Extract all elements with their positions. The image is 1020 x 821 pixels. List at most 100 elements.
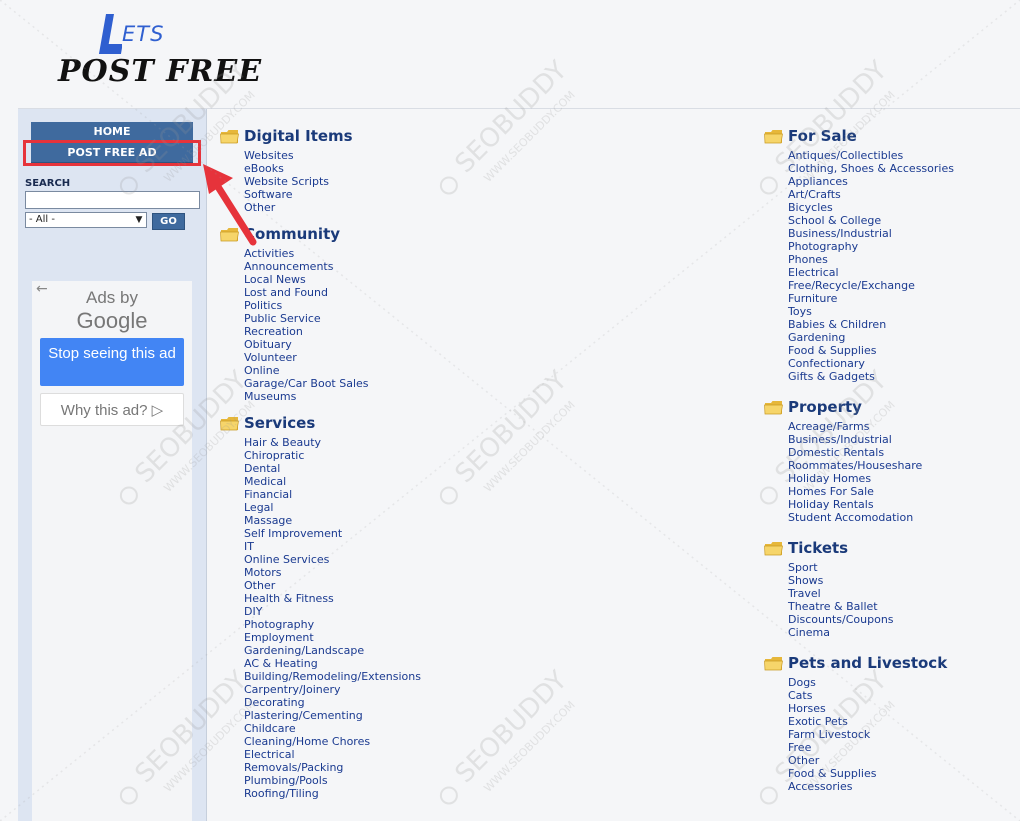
subcategory-link[interactable]: Holiday Homes xyxy=(788,472,954,485)
subcategory-link[interactable]: Homes For Sale xyxy=(788,485,954,498)
subcategory-link[interactable]: Business/Industrial xyxy=(788,433,954,446)
category-heading[interactable]: Digital Items xyxy=(220,126,421,146)
subcategory-link[interactable]: Accessories xyxy=(788,780,954,793)
why-this-ad-button[interactable]: Why this ad? ▷ xyxy=(40,393,184,426)
subcategory-link[interactable]: Free xyxy=(788,741,954,754)
category-heading[interactable]: For Sale xyxy=(764,126,954,146)
subcategory-link[interactable]: Lost and Found xyxy=(244,286,421,299)
subcategory-link[interactable]: Farm Livestock xyxy=(788,728,954,741)
subcategory-link[interactable]: Confectionary xyxy=(788,357,954,370)
subcategory-link[interactable]: Toys xyxy=(788,305,954,318)
subcategory-link[interactable]: Exotic Pets xyxy=(788,715,954,728)
subcategory-link[interactable]: Shows xyxy=(788,574,954,587)
subcategory-link[interactable]: Gardening xyxy=(788,331,954,344)
subcategory-link[interactable]: Cats xyxy=(788,689,954,702)
category-heading[interactable]: Tickets xyxy=(764,538,954,558)
category-heading[interactable]: Pets and Livestock xyxy=(764,653,954,673)
subcategory-link[interactable]: Phones xyxy=(788,253,954,266)
go-button[interactable]: GO xyxy=(152,213,185,230)
stop-seeing-ad-button[interactable]: Stop seeing this ad xyxy=(40,338,184,386)
subcategory-link[interactable]: Photography xyxy=(244,618,421,631)
subcategory-link[interactable]: Hair & Beauty xyxy=(244,436,421,449)
subcategory-link[interactable]: Clothing, Shoes & Accessories xyxy=(788,162,954,175)
subcategory-link[interactable]: Student Accomodation xyxy=(788,511,954,524)
subcategory-link[interactable]: Electrical xyxy=(244,748,421,761)
site-logo[interactable]: ETS POST FREE xyxy=(58,12,261,92)
subcategory-link[interactable]: Carpentry/Joinery xyxy=(244,683,421,696)
watermark-url: WWW.SEOBUDDY.COM xyxy=(481,698,577,794)
subcategory-link[interactable]: Plastering/Cementing xyxy=(244,709,421,722)
category-section-for-sale: For Sale Antiques/Collectibles Clothing, S… xyxy=(764,126,954,383)
subcategory-link[interactable]: Legal xyxy=(244,501,421,514)
subcategory-link[interactable]: Dogs xyxy=(788,676,954,689)
subcategory-link[interactable]: Art/Crafts xyxy=(788,188,954,201)
subcategory-link[interactable]: Massage xyxy=(244,514,421,527)
subcategory-link[interactable]: Financial xyxy=(244,488,421,501)
subcategory-link[interactable]: Food & Supplies xyxy=(788,767,954,780)
subcategory-link[interactable]: Furniture xyxy=(788,292,954,305)
subcategory-link[interactable]: Cleaning/Home Chores xyxy=(244,735,421,748)
folder-icon xyxy=(220,129,239,143)
subcategory-link[interactable]: Recreation xyxy=(244,325,421,338)
watermark-logo-icon xyxy=(439,486,458,505)
subcategory-link[interactable]: Plumbing/Pools xyxy=(244,774,421,787)
category-heading[interactable]: Property xyxy=(764,397,954,417)
subcategory-link[interactable]: Obituary xyxy=(244,338,421,351)
subcategory-link[interactable]: Food & Supplies xyxy=(788,344,954,357)
subcategory-link[interactable]: Other xyxy=(788,754,954,767)
subcategory-link[interactable]: Photography xyxy=(788,240,954,253)
subcategory-link[interactable]: Gifts & Gadgets xyxy=(788,370,954,383)
subcategory-link[interactable]: Health & Fitness xyxy=(244,592,421,605)
folder-icon xyxy=(764,400,783,414)
subcategory-link[interactable]: Museums xyxy=(244,390,421,403)
subcategory-link[interactable]: School & College xyxy=(788,214,954,227)
subcategory-link[interactable]: Roommates/Houseshare xyxy=(788,459,954,472)
subcategory-link[interactable]: Building/Remodeling/Extensions xyxy=(244,670,421,683)
subcategory-link[interactable]: Garage/Car Boot Sales xyxy=(244,377,421,390)
subcategory-link[interactable]: Online xyxy=(244,364,421,377)
subcategory-link[interactable]: AC & Heating xyxy=(244,657,421,670)
search-input[interactable] xyxy=(25,191,200,209)
ads-by-label: Ads by xyxy=(86,288,138,307)
folder-icon xyxy=(764,129,783,143)
subcategory-link[interactable]: Local News xyxy=(244,273,421,286)
subcategory-link[interactable]: Politics xyxy=(244,299,421,312)
subcategory-link[interactable]: Removals/Packing xyxy=(244,761,421,774)
subcategory-link[interactable]: Gardening/Landscape xyxy=(244,644,421,657)
subcategory-link[interactable]: Announcements xyxy=(244,260,421,273)
subcategory-link[interactable]: Childcare xyxy=(244,722,421,735)
subcategory-link[interactable]: Self Improvement xyxy=(244,527,421,540)
subcategory-link[interactable]: Antiques/Collectibles xyxy=(788,149,954,162)
category-select[interactable]: - All - ▼ xyxy=(25,212,147,228)
subcategory-link[interactable]: Free/Recycle/Exchange xyxy=(788,279,954,292)
subcategory-link[interactable]: Dental xyxy=(244,462,421,475)
subcategory-link[interactable]: Volunteer xyxy=(244,351,421,364)
subcategory-link[interactable]: Medical xyxy=(244,475,421,488)
subcategory-link[interactable]: Bicycles xyxy=(788,201,954,214)
subcategory-link[interactable]: Appliances xyxy=(788,175,954,188)
home-button[interactable]: HOME xyxy=(31,122,193,142)
subcategory-link[interactable]: Decorating xyxy=(244,696,421,709)
subcategory-link[interactable]: Theatre & Ballet xyxy=(788,600,954,613)
subcategory-link[interactable]: Acreage/Farms xyxy=(788,420,954,433)
subcategory-link[interactable]: Public Service xyxy=(244,312,421,325)
subcategory-link[interactable]: Other xyxy=(244,579,421,592)
subcategory-link[interactable]: Sport xyxy=(788,561,954,574)
subcategory-link[interactable]: IT xyxy=(244,540,421,553)
subcategory-link[interactable]: Business/Industrial xyxy=(788,227,954,240)
category-heading[interactable]: Services xyxy=(220,413,421,433)
subcategory-link[interactable]: Employment xyxy=(244,631,421,644)
subcategory-link[interactable]: Electrical xyxy=(788,266,954,279)
subcategory-link[interactable]: Discounts/Coupons xyxy=(788,613,954,626)
subcategory-link[interactable]: Travel xyxy=(788,587,954,600)
subcategory-link[interactable]: Motors xyxy=(244,566,421,579)
subcategory-link[interactable]: Chiropratic xyxy=(244,449,421,462)
subcategory-link[interactable]: Babies & Children xyxy=(788,318,954,331)
subcategory-link[interactable]: Roofing/Tiling xyxy=(244,787,421,800)
subcategory-link[interactable]: Domestic Rentals xyxy=(788,446,954,459)
subcategory-link[interactable]: Cinema xyxy=(788,626,954,639)
subcategory-link[interactable]: Horses xyxy=(788,702,954,715)
subcategory-link[interactable]: Online Services xyxy=(244,553,421,566)
subcategory-link[interactable]: DIY xyxy=(244,605,421,618)
subcategory-link[interactable]: Holiday Rentals xyxy=(788,498,954,511)
